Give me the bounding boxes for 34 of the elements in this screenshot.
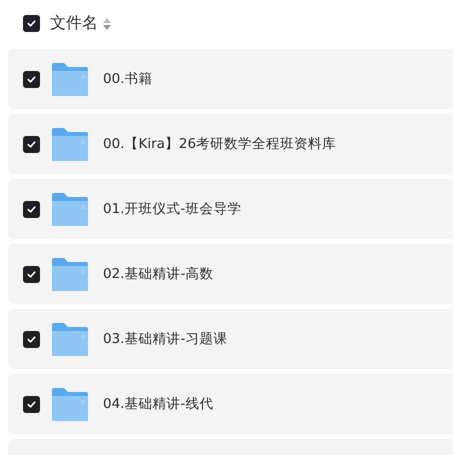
folder-icon xyxy=(52,258,88,290)
row-checkbox[interactable] xyxy=(23,266,40,282)
folder-row[interactable]: 03.基础精讲-习题课 xyxy=(8,309,453,369)
folder-icon xyxy=(52,388,88,420)
checkmark-icon xyxy=(26,268,37,280)
folder-name: 02.基础精讲-高数 xyxy=(103,265,214,283)
folder-row[interactable]: 00.书籍 xyxy=(8,49,453,109)
folder-icon xyxy=(52,128,88,160)
checkmark-icon xyxy=(26,74,37,84)
folder-name: 00.书籍 xyxy=(103,70,152,88)
checkmark-icon xyxy=(26,18,37,29)
column-header[interactable]: 文件名 xyxy=(50,13,98,34)
row-checkbox[interactable] xyxy=(23,136,40,152)
row-checkbox[interactable] xyxy=(23,330,40,348)
checkmark-icon xyxy=(26,398,37,410)
folder-row[interactable]: 02.基础精讲-高数 xyxy=(8,244,453,304)
row-checkbox[interactable] xyxy=(23,70,40,88)
folder-name: 01.开班仪式-班会导学 xyxy=(103,200,242,218)
row-checkbox[interactable] xyxy=(23,200,40,218)
folder-icon xyxy=(52,192,88,226)
sort-icon[interactable] xyxy=(103,18,111,30)
checkmark-icon xyxy=(26,204,37,214)
select-all-checkbox[interactable] xyxy=(23,15,40,32)
row-checkbox[interactable] xyxy=(23,396,40,412)
folder-row[interactable]: 04.基础精讲-线代 xyxy=(8,374,453,434)
folder-row[interactable]: 01.开班仪式-班会导学 xyxy=(8,179,453,239)
folder-name: 00.【Kira】26考研数学全程班资料库 xyxy=(103,135,336,153)
checkmark-icon xyxy=(26,138,37,150)
folder-icon xyxy=(52,62,88,96)
checkmark-icon xyxy=(26,334,37,344)
folder-name: 03.基础精讲-习题课 xyxy=(103,330,228,348)
folder-row[interactable]: 00.【Kira】26考研数学全程班资料库 xyxy=(8,114,453,174)
folder-name: 04.基础精讲-线代 xyxy=(103,395,214,413)
folder-icon xyxy=(52,322,88,356)
